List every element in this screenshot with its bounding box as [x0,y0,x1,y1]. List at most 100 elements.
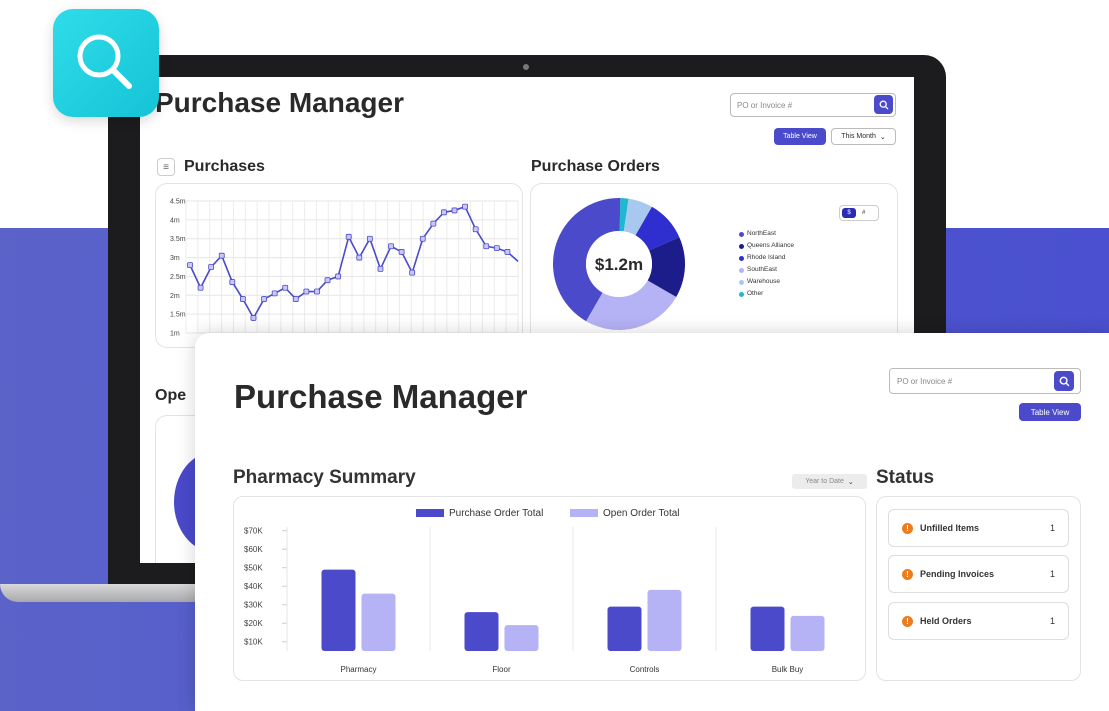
legend-item: Queens Alliance [739,240,794,252]
y-tick-label: $10K [244,638,263,647]
data-point [388,243,394,250]
bar-purchase-order-total [464,612,499,651]
legend-label: SouthEast [747,266,777,273]
data-point [345,233,352,240]
table-view-button[interactable]: Table View [774,128,826,145]
legend-label: Other [747,290,764,297]
donut-center-label: $1.2m [595,255,643,274]
x-tick-label: Controls [630,665,660,674]
menu-icon[interactable]: ≡ [157,158,175,176]
data-point [441,209,447,216]
data-point [261,296,267,302]
series-line [189,205,519,320]
legend-item: Other [739,288,794,300]
purchases-line-chart: 4.5m 4m 3.5m 3m 2.5m 2m 1.5m 1m [170,199,519,338]
y-tick-label: 1m [170,331,180,338]
bar-purchase-order-total [321,569,356,651]
status-item-label: Pending Invoices [920,569,995,579]
data-point [271,290,278,297]
period-select-label: This Month [841,133,876,140]
data-point [292,296,299,302]
status-item-count: 1 [1049,616,1055,626]
search-input[interactable]: PO or Invoice # [730,93,896,117]
front-panel: Purchase Manager PO or Invoice # Table V… [195,333,1109,711]
year-to-date-select[interactable]: Year to Date ⌄ [792,474,867,489]
purchases-card: 4.5m 4m 3.5m 3m 2.5m 2m 1.5m 1m [155,183,523,348]
period-select[interactable]: This Month ⌄ [831,128,896,145]
legend-swatch [739,255,744,261]
y-tick-label: 3m [170,255,180,262]
status-item-count: 1 [1049,569,1055,579]
data-point [356,254,363,261]
pharmacy-summary-bar-chart: $70K $60K $50K $40K $30K $20K $10K Pharmacy Floo… [244,508,825,674]
legend-swatch [739,267,744,273]
data-point [335,273,342,280]
y-tick-label: $20K [244,619,263,628]
status-heading: Status [876,467,935,488]
data-point [451,207,458,214]
data-point [282,284,289,291]
y-tick-label: $60K [244,545,263,554]
legend-item: Rhode Island [739,252,794,264]
y-tick-label: 2m [170,293,180,300]
status-item-label: Held Orders [920,616,972,626]
y-tick-label: 4.5m [170,199,186,206]
search-button[interactable] [874,95,893,114]
front-page-title: Purchase Manager [234,378,528,415]
front-search-input[interactable]: PO or Invoice # [889,368,1081,394]
y-tick-label: 3.5m [170,236,186,243]
search-icon [879,100,888,109]
data-point [462,203,468,210]
data-point [208,264,215,270]
x-tick-label: Floor [492,665,511,674]
data-point [187,262,193,269]
data-point [430,220,437,227]
y-tick-label: $30K [244,601,263,610]
front-table-view-button[interactable]: Table View [1019,403,1081,421]
value-count-toggle[interactable]: $ # [839,205,879,221]
legend-swatch [416,509,444,517]
data-point [472,226,479,233]
laptop-camera [523,64,529,70]
bar-purchase-order-total [750,606,785,651]
legend-label: Warehouse [747,278,780,285]
page-title: Purchase Manager [155,87,404,118]
y-tick-label: $50K [244,564,263,573]
purchase-orders-legend: NorthEast Queens Alliance Rhode Island Sout… [739,228,794,300]
legend-label: Rhode Island [747,254,786,261]
front-search-button[interactable] [1054,371,1074,391]
data-point [398,249,405,255]
chevron-down-icon: ⌄ [879,133,886,141]
data-point [229,279,236,285]
legend-swatch [570,509,598,517]
legend-swatch [739,243,744,249]
search-app-icon [53,9,159,117]
data-point [419,235,426,242]
x-tick-label: Pharmacy [340,665,376,674]
toggle-dollar[interactable]: $ [842,208,856,218]
purchase-orders-heading: Purchase Orders [531,158,660,175]
status-item-unfilled-items[interactable]: ! Unfilled Items 1 [888,509,1069,547]
legend-swatch [739,291,744,297]
legend-item: SouthEast [739,264,794,276]
toggle-count[interactable]: # [862,210,865,216]
legend-label: Open Order Total [603,508,680,519]
year-to-date-label: Year to Date [805,478,844,485]
status-item-pending-invoices[interactable]: ! Pending Invoices 1 [888,555,1069,593]
data-point [197,284,204,291]
y-tick-label: 4m [170,217,180,224]
warning-icon: ! [902,522,913,534]
legend-swatch [739,279,744,285]
y-tick-label: 1.5m [170,312,186,319]
data-point [314,288,320,295]
pharmacy-summary-heading: Pharmacy Summary [233,467,416,488]
bar-open-order-total [361,593,396,651]
magnifier-icon [77,34,132,89]
status-item-held-orders[interactable]: ! Held Orders 1 [888,602,1069,640]
chevron-down-icon: ⌄ [847,478,854,486]
y-tick-label: $40K [244,582,263,591]
data-point [377,265,384,272]
data-point [303,288,310,295]
data-point [483,243,490,250]
bar-open-order-total [647,589,682,651]
